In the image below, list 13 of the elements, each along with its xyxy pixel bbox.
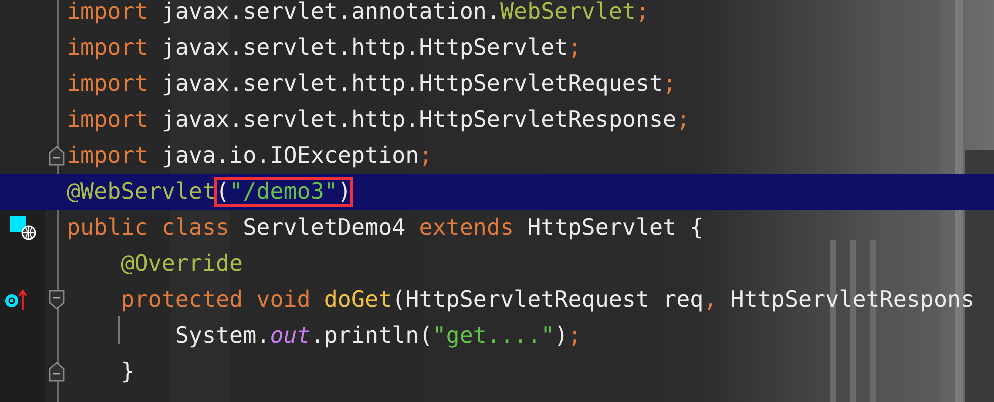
code-line: protected void doGet(HttpServletRequest req, HttpServletRespons <box>120 286 975 315</box>
code-line: } <box>120 358 135 387</box>
class-globe-icon[interactable] <box>10 216 36 240</box>
code-line: System.out.println("get...."); <box>174 322 582 351</box>
code-line: import javax.servlet.http.HttpServletRequest; <box>67 70 677 99</box>
code-line: import java.io.IOException; <box>67 142 433 171</box>
code-line: import javax.servlet.annotation.WebServlet; <box>67 0 650 27</box>
code-line: import javax.servlet.http.HttpServlet; <box>67 34 582 63</box>
code-line: import javax.servlet.http.HttpServletResponse; <box>67 106 690 135</box>
code-line: @Override <box>120 250 244 279</box>
code-line: public class ServletDemo4 extends HttpServlet { <box>67 214 704 243</box>
code-line: @WebServlet("/demo3") <box>67 178 352 207</box>
override-method-icon[interactable] <box>5 289 29 311</box>
